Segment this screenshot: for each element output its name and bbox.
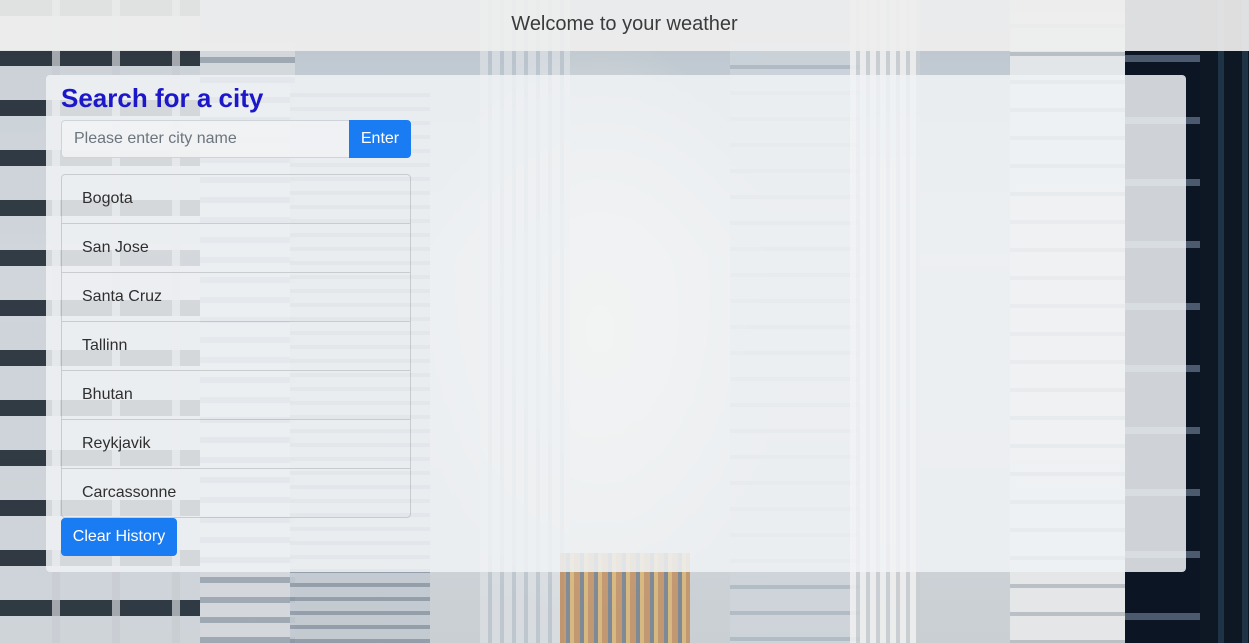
clear-history-button[interactable]: Clear History	[61, 518, 177, 556]
history-item-santa-cruz[interactable]: Santa Cruz	[62, 273, 410, 322]
history-item-bogota[interactable]: Bogota	[62, 175, 410, 224]
history-item-san-jose[interactable]: San Jose	[62, 224, 410, 273]
search-history-list: Bogota San Jose Santa Cruz Tallinn Bhuta…	[61, 174, 411, 518]
page-title: Welcome to your weather	[511, 13, 738, 35]
city-search-input[interactable]	[61, 120, 349, 158]
enter-button[interactable]: Enter	[349, 120, 411, 158]
search-panel: Search for a city Enter Bogota San Jose …	[46, 75, 1186, 572]
history-item-reykjavik[interactable]: Reykjavik	[62, 420, 410, 469]
history-item-carcassonne[interactable]: Carcassonne	[62, 469, 410, 517]
building-edge	[1200, 0, 1249, 643]
header-bar: Welcome to your weather	[0, 0, 1249, 51]
history-item-tallinn[interactable]: Tallinn	[62, 322, 410, 371]
search-group: Enter	[61, 120, 411, 158]
search-heading: Search for a city	[61, 83, 264, 113]
history-item-bhutan[interactable]: Bhutan	[62, 371, 410, 420]
